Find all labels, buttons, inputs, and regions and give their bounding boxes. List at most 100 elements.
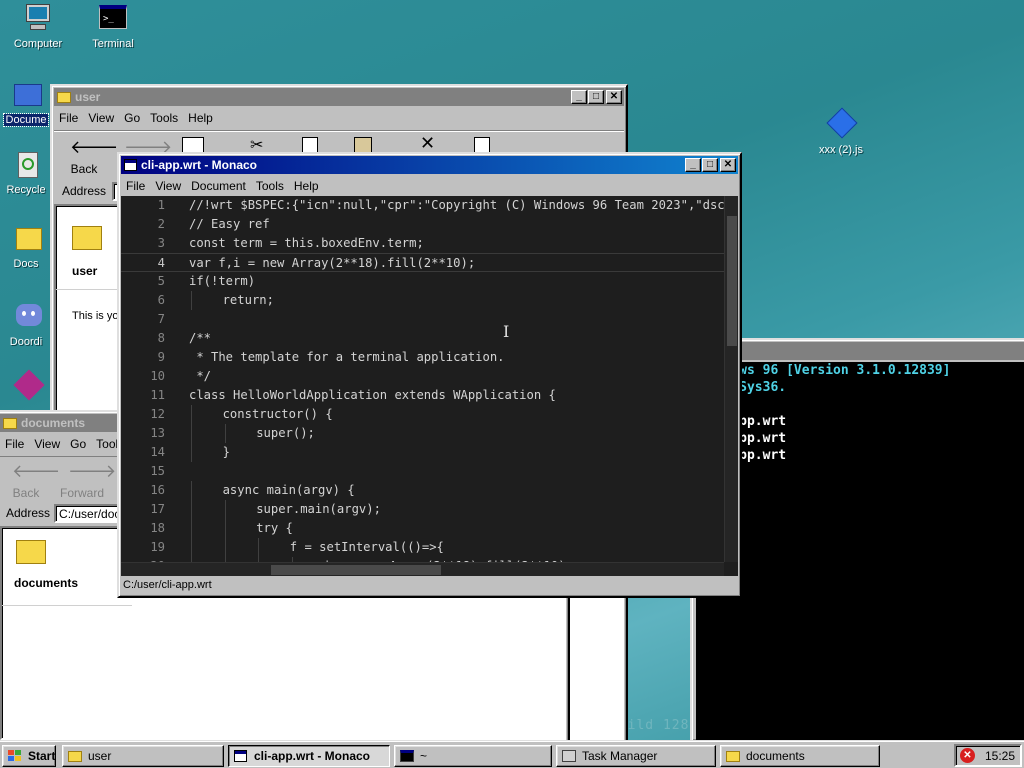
indent-guide [191, 538, 192, 557]
forward-arrow-icon: 🡒 [68, 461, 117, 481]
code-line[interactable]: 17 super.main(argv); [121, 500, 724, 519]
back-button[interactable]: 🡐 Back [60, 137, 119, 176]
editor-app-icon [233, 749, 249, 763]
code-line[interactable]: 16 async main(argv) { [121, 481, 724, 500]
menu-tools[interactable]: Tools [251, 179, 289, 193]
line-number: 12 [150, 407, 165, 421]
back-arrow-icon: 🡐 [12, 461, 61, 481]
task-editor[interactable]: cli-app.wrt - Monaco [228, 745, 390, 767]
code-line[interactable]: 11 class HelloWorldApplication extends WA… [121, 386, 724, 405]
task-label: Task Manager [582, 749, 658, 763]
menu-view[interactable]: View [29, 437, 65, 451]
code-line[interactable]: 3 const term = this.boxedEnv.term; [121, 234, 724, 253]
code-line[interactable]: 9 * The template for a terminal applicat… [121, 348, 724, 367]
copy-icon[interactable] [302, 137, 318, 153]
desktop-icon-js-file[interactable]: xxx (2).js [805, 107, 877, 156]
indent-guide [224, 500, 226, 519]
code-line[interactable]: 5 if(!term) [121, 272, 724, 291]
cube-icon [10, 369, 45, 404]
desktop-icon-documents[interactable]: Docume [0, 78, 52, 127]
code-line[interactable]: 14} [121, 443, 724, 462]
forward-button[interactable]: 🡒 Forward [56, 461, 117, 500]
desktop-icon-computer[interactable]: Computer [2, 2, 74, 50]
paste-icon[interactable] [354, 137, 372, 153]
recycle-bin-icon [10, 148, 42, 180]
window-title: cli-app.wrt - Monaco [141, 158, 258, 172]
folder-title: documents [14, 576, 79, 590]
indent-guide [191, 481, 192, 500]
editor-menubar: File View Document Tools Help [119, 176, 740, 196]
up-icon[interactable] [182, 137, 204, 153]
menu-document[interactable]: Document [186, 179, 251, 193]
code-line[interactable]: 18 try { [121, 519, 724, 538]
user-window-titlebar[interactable]: user _ □ ✕ [54, 88, 624, 106]
start-label: Start [28, 749, 56, 763]
close-button[interactable]: ✕ [606, 90, 622, 104]
delete-icon[interactable]: ✕ [420, 133, 435, 154]
indent-guide [224, 424, 226, 443]
code-text: try { [256, 521, 293, 535]
horizontal-scroll-thumb[interactable] [271, 565, 441, 575]
code-editor[interactable]: 1 //!wrt $BSPEC:{"icn":null,"cpr":"Copyri… [121, 196, 738, 576]
code-text: constructor() { [222, 407, 333, 421]
code-line[interactable]: 4 var f,i = new Array(2**18).fill(2**10); [121, 253, 724, 272]
code-line[interactable]: 15 [121, 462, 724, 481]
code-line[interactable]: 8 /** [121, 329, 724, 348]
desktop-icon-cube[interactable] [0, 369, 52, 408]
code-line[interactable]: 6 return; [121, 291, 724, 310]
maximize-button[interactable]: □ [702, 158, 718, 172]
code-line[interactable]: 2 // Easy ref [121, 215, 724, 234]
menu-tools[interactable]: Tools [145, 111, 183, 125]
code-line[interactable]: 1 //!wrt $BSPEC:{"icn":null,"cpr":"Copyri… [121, 196, 738, 215]
code-text: if(!term) [189, 274, 256, 288]
minimize-button[interactable]: _ [571, 90, 587, 104]
menu-help[interactable]: Help [289, 179, 324, 193]
editor-window[interactable]: cli-app.wrt - Monaco _ □ ✕ File View Doc… [117, 152, 742, 598]
code-line[interactable]: 12 constructor() { [121, 405, 724, 424]
code-line[interactable]: 19 f = setInterval(()=>{ [121, 538, 724, 557]
code-line[interactable]: 7 [121, 310, 724, 329]
editor-titlebar[interactable]: cli-app.wrt - Monaco _ □ ✕ [121, 156, 738, 174]
code-text: * The template for a terminal applicatio… [189, 350, 505, 364]
back-arrow-icon: 🡐 [70, 137, 119, 157]
start-button[interactable]: Start [2, 745, 56, 767]
horizontal-scrollbar[interactable] [121, 562, 724, 576]
menu-file[interactable]: File [121, 179, 150, 193]
desktop-icon-label: Terminal [92, 38, 134, 50]
menu-view[interactable]: View [150, 179, 186, 193]
task-documents[interactable]: documents [720, 745, 880, 767]
back-button[interactable]: 🡐 Back [4, 461, 61, 500]
properties-icon[interactable] [474, 137, 490, 153]
code-line[interactable]: 13 super(); [121, 424, 724, 443]
clock: 15:25 [985, 748, 1016, 763]
close-button[interactable]: ✕ [720, 158, 736, 172]
desktop-icon-docs[interactable]: Docs [0, 222, 52, 270]
line-number: 16 [150, 483, 165, 497]
vertical-scroll-thumb[interactable] [727, 216, 737, 346]
indent-guide [224, 538, 226, 557]
desktop-icon-discord[interactable]: Doordi [0, 300, 52, 348]
menu-view[interactable]: View [83, 111, 119, 125]
task-task-manager[interactable]: Task Manager [556, 745, 716, 767]
maximize-button[interactable]: □ [588, 90, 604, 104]
menu-go[interactable]: Go [65, 437, 91, 451]
terminal-screen[interactable]: Windows 96 [Version 3.1.0.12839] 2023 Sy… [696, 362, 1024, 740]
error-icon[interactable]: ✕ [960, 748, 975, 763]
menu-go[interactable]: Go [119, 111, 145, 125]
menu-file[interactable]: File [0, 437, 29, 451]
task-label: documents [746, 749, 805, 763]
task-user[interactable]: user [62, 745, 224, 767]
desktop-icon-recycle[interactable]: Recycle [0, 148, 52, 196]
code-text: } [222, 445, 230, 459]
line-number: 19 [150, 540, 165, 554]
line-number: 11 [150, 388, 165, 402]
task-terminal[interactable]: ~ [394, 745, 552, 767]
menu-file[interactable]: File [54, 111, 83, 125]
vertical-scrollbar[interactable] [724, 196, 738, 562]
menu-help[interactable]: Help [183, 111, 218, 125]
minimize-button[interactable]: _ [685, 158, 701, 172]
desktop-icon-terminal[interactable]: >_ Terminal [77, 2, 149, 50]
indent-guide [258, 538, 260, 557]
terminal-titlebar[interactable] [694, 342, 1024, 360]
code-line[interactable]: 10 */ [121, 367, 724, 386]
